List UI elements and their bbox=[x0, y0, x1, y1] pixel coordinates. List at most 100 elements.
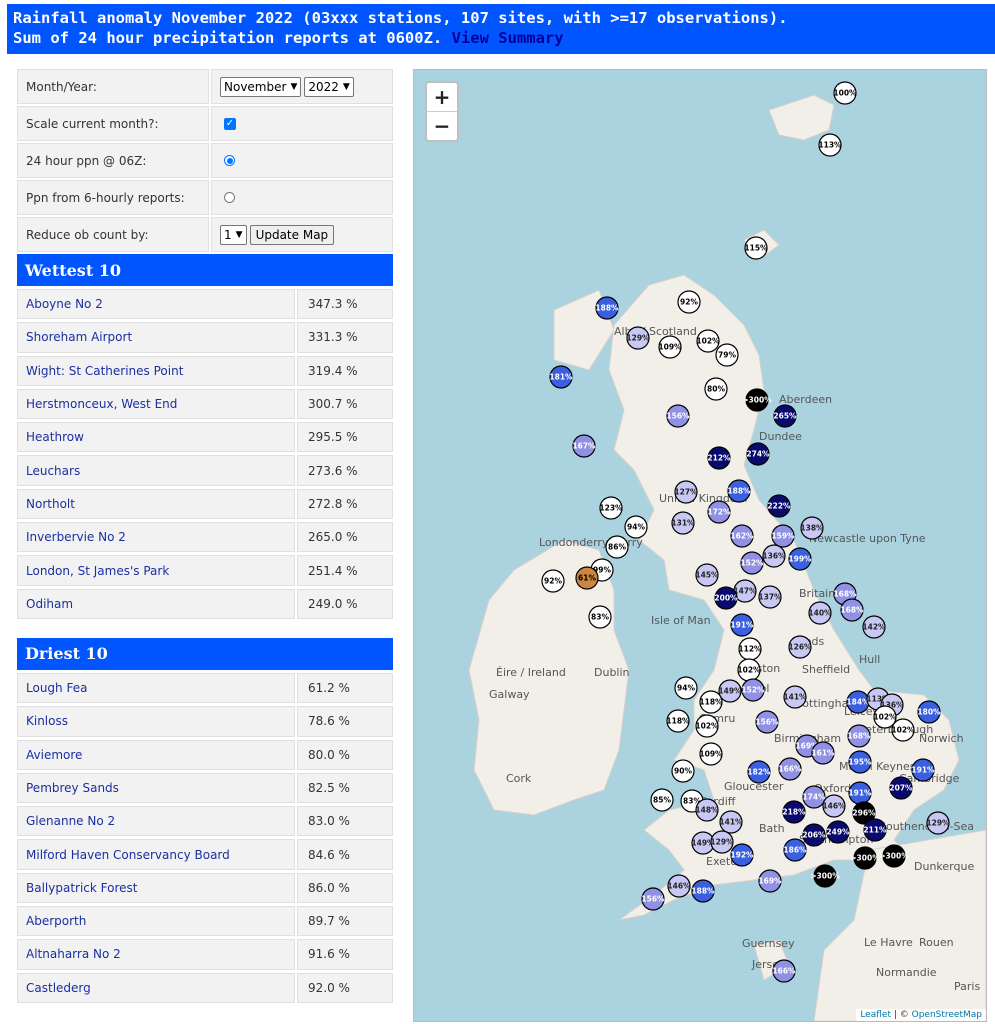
reduce-select[interactable]: 1 ▼ bbox=[220, 224, 247, 245]
station-marker[interactable]: 118% bbox=[699, 690, 723, 714]
station-marker[interactable]: 211% bbox=[863, 818, 887, 842]
station-name[interactable]: Aviemore bbox=[17, 739, 295, 770]
station-marker[interactable]: 222% bbox=[767, 494, 791, 518]
station-name[interactable]: Shoreham Airport bbox=[17, 322, 295, 353]
station-marker[interactable]: 188% bbox=[595, 296, 619, 320]
station-marker[interactable]: 79% bbox=[715, 343, 739, 367]
station-marker[interactable]: 200% bbox=[714, 586, 738, 610]
station-name[interactable]: Aboyne No 2 bbox=[17, 289, 295, 320]
station-marker[interactable]: 218% bbox=[782, 800, 806, 824]
station-marker[interactable]: 188% bbox=[727, 479, 751, 503]
station-marker[interactable]: 115% bbox=[744, 236, 768, 260]
station-marker[interactable]: 249% bbox=[826, 820, 850, 844]
station-name[interactable]: Ballypatrick Forest bbox=[17, 872, 295, 904]
station-marker[interactable]: 131% bbox=[671, 511, 695, 535]
station-marker[interactable]: 83% bbox=[588, 605, 612, 629]
zoom-out-button[interactable]: − bbox=[427, 112, 457, 140]
station-marker[interactable]: 102% bbox=[891, 718, 915, 742]
station-marker[interactable]: 161% bbox=[811, 741, 835, 765]
station-name[interactable]: Northolt bbox=[17, 488, 295, 520]
station-marker[interactable]: 265% bbox=[773, 404, 797, 428]
station-marker[interactable]: 152% bbox=[740, 551, 764, 575]
station-marker[interactable]: 191% bbox=[911, 758, 935, 782]
station-marker[interactable]: 92% bbox=[677, 290, 701, 314]
station-marker[interactable]: 123% bbox=[599, 496, 623, 520]
station-marker[interactable]: 166% bbox=[772, 959, 796, 983]
station-marker[interactable]: 146% bbox=[667, 874, 691, 898]
station-marker[interactable]: 156% bbox=[755, 710, 779, 734]
station-marker[interactable]: 118% bbox=[666, 709, 690, 733]
station-marker[interactable]: 102% bbox=[737, 658, 761, 682]
year-select[interactable]: 2022 ▼ bbox=[304, 76, 354, 97]
station-marker[interactable]: 86% bbox=[605, 535, 629, 559]
station-name[interactable]: Milford Haven Conservancy Board bbox=[17, 839, 295, 870]
station-marker[interactable]: 274% bbox=[746, 442, 770, 466]
station-name[interactable]: Kinloss bbox=[17, 706, 295, 737]
station-marker[interactable]: 195% bbox=[848, 750, 872, 774]
station-name[interactable]: Herstmonceux, West End bbox=[17, 388, 295, 420]
station-marker[interactable]: 112% bbox=[738, 637, 762, 661]
station-marker[interactable]: 129% bbox=[626, 326, 650, 350]
station-marker[interactable]: 148% bbox=[695, 798, 719, 822]
station-marker[interactable]: 186% bbox=[783, 838, 807, 862]
station-marker[interactable]: 192% bbox=[730, 843, 754, 867]
station-marker[interactable]: 191% bbox=[730, 613, 754, 637]
station-marker[interactable]: 180% bbox=[917, 700, 941, 724]
station-marker[interactable]: 206% bbox=[802, 823, 826, 847]
station-marker[interactable]: 137% bbox=[758, 585, 782, 609]
month-select[interactable]: November ▼ bbox=[220, 76, 302, 97]
station-marker[interactable]: 152% bbox=[741, 678, 765, 702]
station-marker[interactable]: 138% bbox=[800, 516, 824, 540]
update-map-button[interactable]: Update Map bbox=[249, 224, 335, 245]
station-marker[interactable]: 162% bbox=[730, 524, 754, 548]
ppn24-radio[interactable] bbox=[224, 155, 235, 166]
station-name[interactable]: Wight: St Catherines Point bbox=[17, 355, 295, 386]
station-marker[interactable]: 168% bbox=[840, 598, 864, 622]
station-marker[interactable]: 109% bbox=[658, 335, 682, 359]
station-marker[interactable]: 92% bbox=[541, 569, 565, 593]
station-name[interactable]: Castlederg bbox=[17, 972, 295, 1003]
station-marker[interactable]: 85% bbox=[650, 788, 674, 812]
station-marker[interactable]: 129% bbox=[926, 811, 950, 835]
station-name[interactable]: Altnaharra No 2 bbox=[17, 939, 295, 970]
station-marker[interactable]: 100% bbox=[833, 81, 857, 105]
station-name[interactable]: London, St James's Park bbox=[17, 555, 295, 586]
station-marker[interactable]: 141% bbox=[783, 685, 807, 709]
station-name[interactable]: Pembrey Sands bbox=[17, 772, 295, 804]
station-marker[interactable]: 169% bbox=[758, 869, 782, 893]
osm-link[interactable]: OpenStreetMap bbox=[912, 1010, 982, 1020]
station-marker[interactable]: 172% bbox=[707, 500, 731, 524]
station-marker[interactable]: 167% bbox=[572, 434, 596, 458]
station-name[interactable]: Inverbervie No 2 bbox=[17, 522, 295, 553]
station-marker[interactable]: 109% bbox=[699, 742, 723, 766]
station-marker[interactable]: 181% bbox=[549, 365, 573, 389]
station-marker[interactable]: 207% bbox=[889, 776, 913, 800]
station-name[interactable]: Leuchars bbox=[17, 455, 295, 486]
station-marker[interactable]: 80% bbox=[704, 377, 728, 401]
map-canvas[interactable]: AberdeenDundeeUnited KingdomNewcastle up… bbox=[414, 70, 986, 1021]
station-marker[interactable]: 142% bbox=[862, 615, 886, 639]
station-marker[interactable]: 127% bbox=[674, 480, 698, 504]
station-marker[interactable]: 159% bbox=[771, 524, 795, 548]
station-marker[interactable]: 166% bbox=[778, 757, 802, 781]
station-marker[interactable]: 136% bbox=[762, 544, 786, 568]
station-name[interactable]: Glenanne No 2 bbox=[17, 806, 295, 837]
station-marker[interactable]: 191% bbox=[848, 781, 872, 805]
leaflet-link[interactable]: Leaflet bbox=[860, 1010, 891, 1020]
station-marker[interactable]: 61% bbox=[575, 566, 599, 590]
station-marker[interactable]: 199% bbox=[788, 547, 812, 571]
station-name[interactable]: Lough Fea bbox=[17, 672, 295, 704]
station-marker[interactable]: 212% bbox=[707, 446, 731, 470]
station-marker[interactable]: 113% bbox=[818, 133, 842, 157]
station-marker[interactable]: 102% bbox=[696, 329, 720, 353]
zoom-in-button[interactable]: + bbox=[427, 83, 457, 112]
scale-checkbox[interactable]: ✓ bbox=[224, 117, 236, 130]
station-marker[interactable]: 145% bbox=[695, 563, 719, 587]
station-marker[interactable]: 94% bbox=[674, 676, 698, 700]
station-marker[interactable]: 182% bbox=[747, 760, 771, 784]
station-marker[interactable]: 140% bbox=[808, 601, 832, 625]
station-marker[interactable]: 146% bbox=[822, 794, 846, 818]
station-name[interactable]: Heathrow bbox=[17, 422, 295, 453]
station-name[interactable]: Odiham bbox=[17, 588, 295, 619]
station-marker[interactable]: 90% bbox=[671, 759, 695, 783]
